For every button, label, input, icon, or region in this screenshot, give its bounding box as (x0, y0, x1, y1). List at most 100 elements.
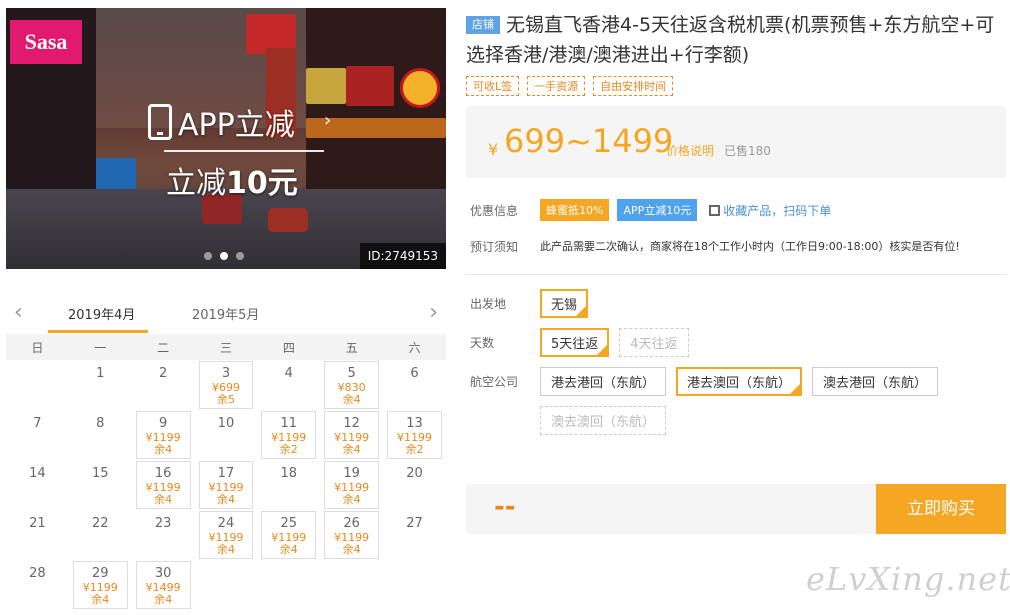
departure-options: 无锡 (540, 289, 1000, 318)
airline-option[interactable]: 港去澳回（东航） (676, 367, 803, 396)
calendar-day-available[interactable]: 5 ¥830 余4 (320, 360, 383, 410)
weekday: 二 (157, 340, 170, 355)
airline-option[interactable]: 港去港回（东航） (540, 367, 667, 396)
carousel-dot[interactable] (204, 252, 212, 260)
day-number: 26 (343, 516, 360, 531)
tag: 可收L签 (466, 76, 520, 96)
qr-collect-link[interactable]: 收藏产品，扫码下单 (709, 202, 831, 219)
day-remaining: 余4 (279, 543, 298, 556)
calendar-day-available[interactable]: 26 ¥1199 余4 (320, 510, 383, 560)
day-number: 7 (33, 416, 42, 431)
calendar-day-available[interactable]: 30 ¥1499 余4 (132, 560, 195, 610)
notice-label: 预订须知 (470, 239, 519, 254)
calendar-day-available[interactable]: 12 ¥1199 余4 (320, 410, 383, 460)
day-number: 8 (96, 416, 105, 431)
calendar-day-available[interactable]: 13 ¥1199 余2 (383, 410, 446, 460)
calendar-day: 8 (69, 410, 132, 460)
burger-king-logo (400, 68, 440, 108)
day-number: 19 (343, 466, 360, 481)
days-option: 4天往返 (619, 328, 689, 357)
carousel-dot[interactable] (236, 252, 244, 260)
day-number: 27 (406, 516, 423, 531)
price-calendar: ‹ 2019年4月 2019年5月 › 日 一 二 三 四 五 六 1 2 3 ¥69… (6, 296, 446, 610)
honey-discount-badge: 蜂蜜抵10% (540, 199, 610, 221)
calendar-day: 23 (132, 510, 195, 560)
price-range: 699~1499 (504, 122, 674, 160)
calendar-day: 10 (195, 410, 258, 460)
day-number: 12 (343, 416, 360, 431)
day-remaining: 余4 (342, 443, 361, 456)
tab-month-may[interactable]: 2019年5月 (192, 304, 259, 323)
calendar-day-available[interactable]: 17 ¥1199 余4 (195, 460, 258, 510)
days-option[interactable]: 5天往返 (540, 328, 610, 357)
calendar-day-available[interactable]: 11 ¥1199 余2 (257, 410, 320, 460)
active-tab-indicator (48, 330, 148, 333)
airline-option[interactable]: 澳去港回（东航） (812, 367, 939, 396)
tab-month-april[interactable]: 2019年4月 (68, 304, 135, 323)
calendar-day-available[interactable]: 19 ¥1199 余4 (320, 460, 383, 510)
prev-month-icon[interactable]: ‹ (14, 300, 23, 325)
divider (466, 274, 1006, 275)
calendar-day: 15 (69, 460, 132, 510)
weekday: 四 (282, 340, 295, 355)
product-tags: 可收L签 一手资源 自由安排时间 (466, 76, 1006, 96)
promo-label: 优惠信息 (470, 203, 519, 218)
day-remaining: 余4 (342, 393, 361, 406)
sasa-logo: Sasa (10, 20, 82, 64)
tag: 自由安排时间 (593, 76, 674, 96)
product-banner[interactable]: Sasa APP立减 立减10元 › ID:2749153 (6, 8, 446, 269)
day-remaining: 余4 (342, 543, 361, 556)
chevron-right-icon: › (324, 110, 332, 131)
carousel-dot-active[interactable] (220, 252, 228, 260)
day-number: 20 (406, 466, 423, 481)
calendar-day: 22 (69, 510, 132, 560)
calendar-day-available[interactable]: 9 ¥1199 余4 (132, 410, 195, 460)
calendar-day-available[interactable]: 25 ¥1199 余4 (257, 510, 320, 560)
day-remaining: 余4 (91, 593, 110, 606)
phone-icon (148, 104, 172, 140)
day-number: 23 (154, 516, 172, 531)
calendar-day: 4 (257, 360, 320, 410)
day-number: 22 (91, 516, 109, 531)
day-number: 13 (406, 416, 423, 431)
weekday: 一 (94, 340, 107, 355)
weekday-header: 日 一 二 三 四 五 六 (6, 334, 446, 360)
tag: 一手资源 (527, 76, 586, 96)
promo-divider (164, 150, 324, 152)
departure-option[interactable]: 无锡 (540, 289, 589, 318)
departure-label: 出发地 (470, 297, 507, 311)
day-number: 25 (280, 516, 298, 531)
day-remaining: 余4 (154, 593, 173, 606)
calendar-day: 6 (383, 360, 446, 410)
day-number: 21 (29, 516, 46, 531)
day-remaining: 余2 (405, 443, 424, 456)
calendar-day: 1 (69, 360, 132, 410)
calendar-day-available[interactable]: 3 ¥699 余5 (195, 360, 258, 410)
day-remaining: 余4 (216, 543, 235, 556)
day-number: 2 (158, 366, 168, 381)
day-remaining: 余5 (216, 393, 235, 406)
day-number: 9 (158, 416, 168, 431)
price-note-link[interactable]: 价格说明 (666, 142, 714, 159)
calendar-day-available[interactable]: 29 ¥1199 余4 (69, 560, 132, 610)
day-number: 14 (29, 466, 46, 481)
promo-line2: 立减10元 (166, 166, 298, 201)
weekday: 日 (31, 340, 44, 355)
day-remaining: 余4 (216, 493, 235, 506)
next-month-icon[interactable]: › (429, 300, 438, 325)
calendar-day (6, 360, 69, 410)
day-number: 17 (217, 466, 235, 481)
shop-badge[interactable]: 店铺 (466, 16, 500, 34)
calendar-day-available[interactable]: 24 ¥1199 余4 (195, 510, 258, 560)
day-number: 5 (347, 366, 356, 381)
calendar-day-available[interactable]: 16 ¥1199 余4 (132, 460, 195, 510)
calendar-day: 7 (6, 410, 69, 460)
carousel-dots[interactable] (204, 252, 244, 260)
sold-count: 已售180 (724, 144, 771, 158)
promo-line1: APP立减 (178, 108, 295, 143)
app-discount-badge: APP立减10元 (617, 199, 698, 221)
calendar-day: 27 (383, 510, 446, 560)
calendar-day: 21 (6, 510, 69, 560)
buy-now-button[interactable]: 立即购买 (876, 484, 1006, 534)
day-number: 15 (91, 466, 109, 481)
